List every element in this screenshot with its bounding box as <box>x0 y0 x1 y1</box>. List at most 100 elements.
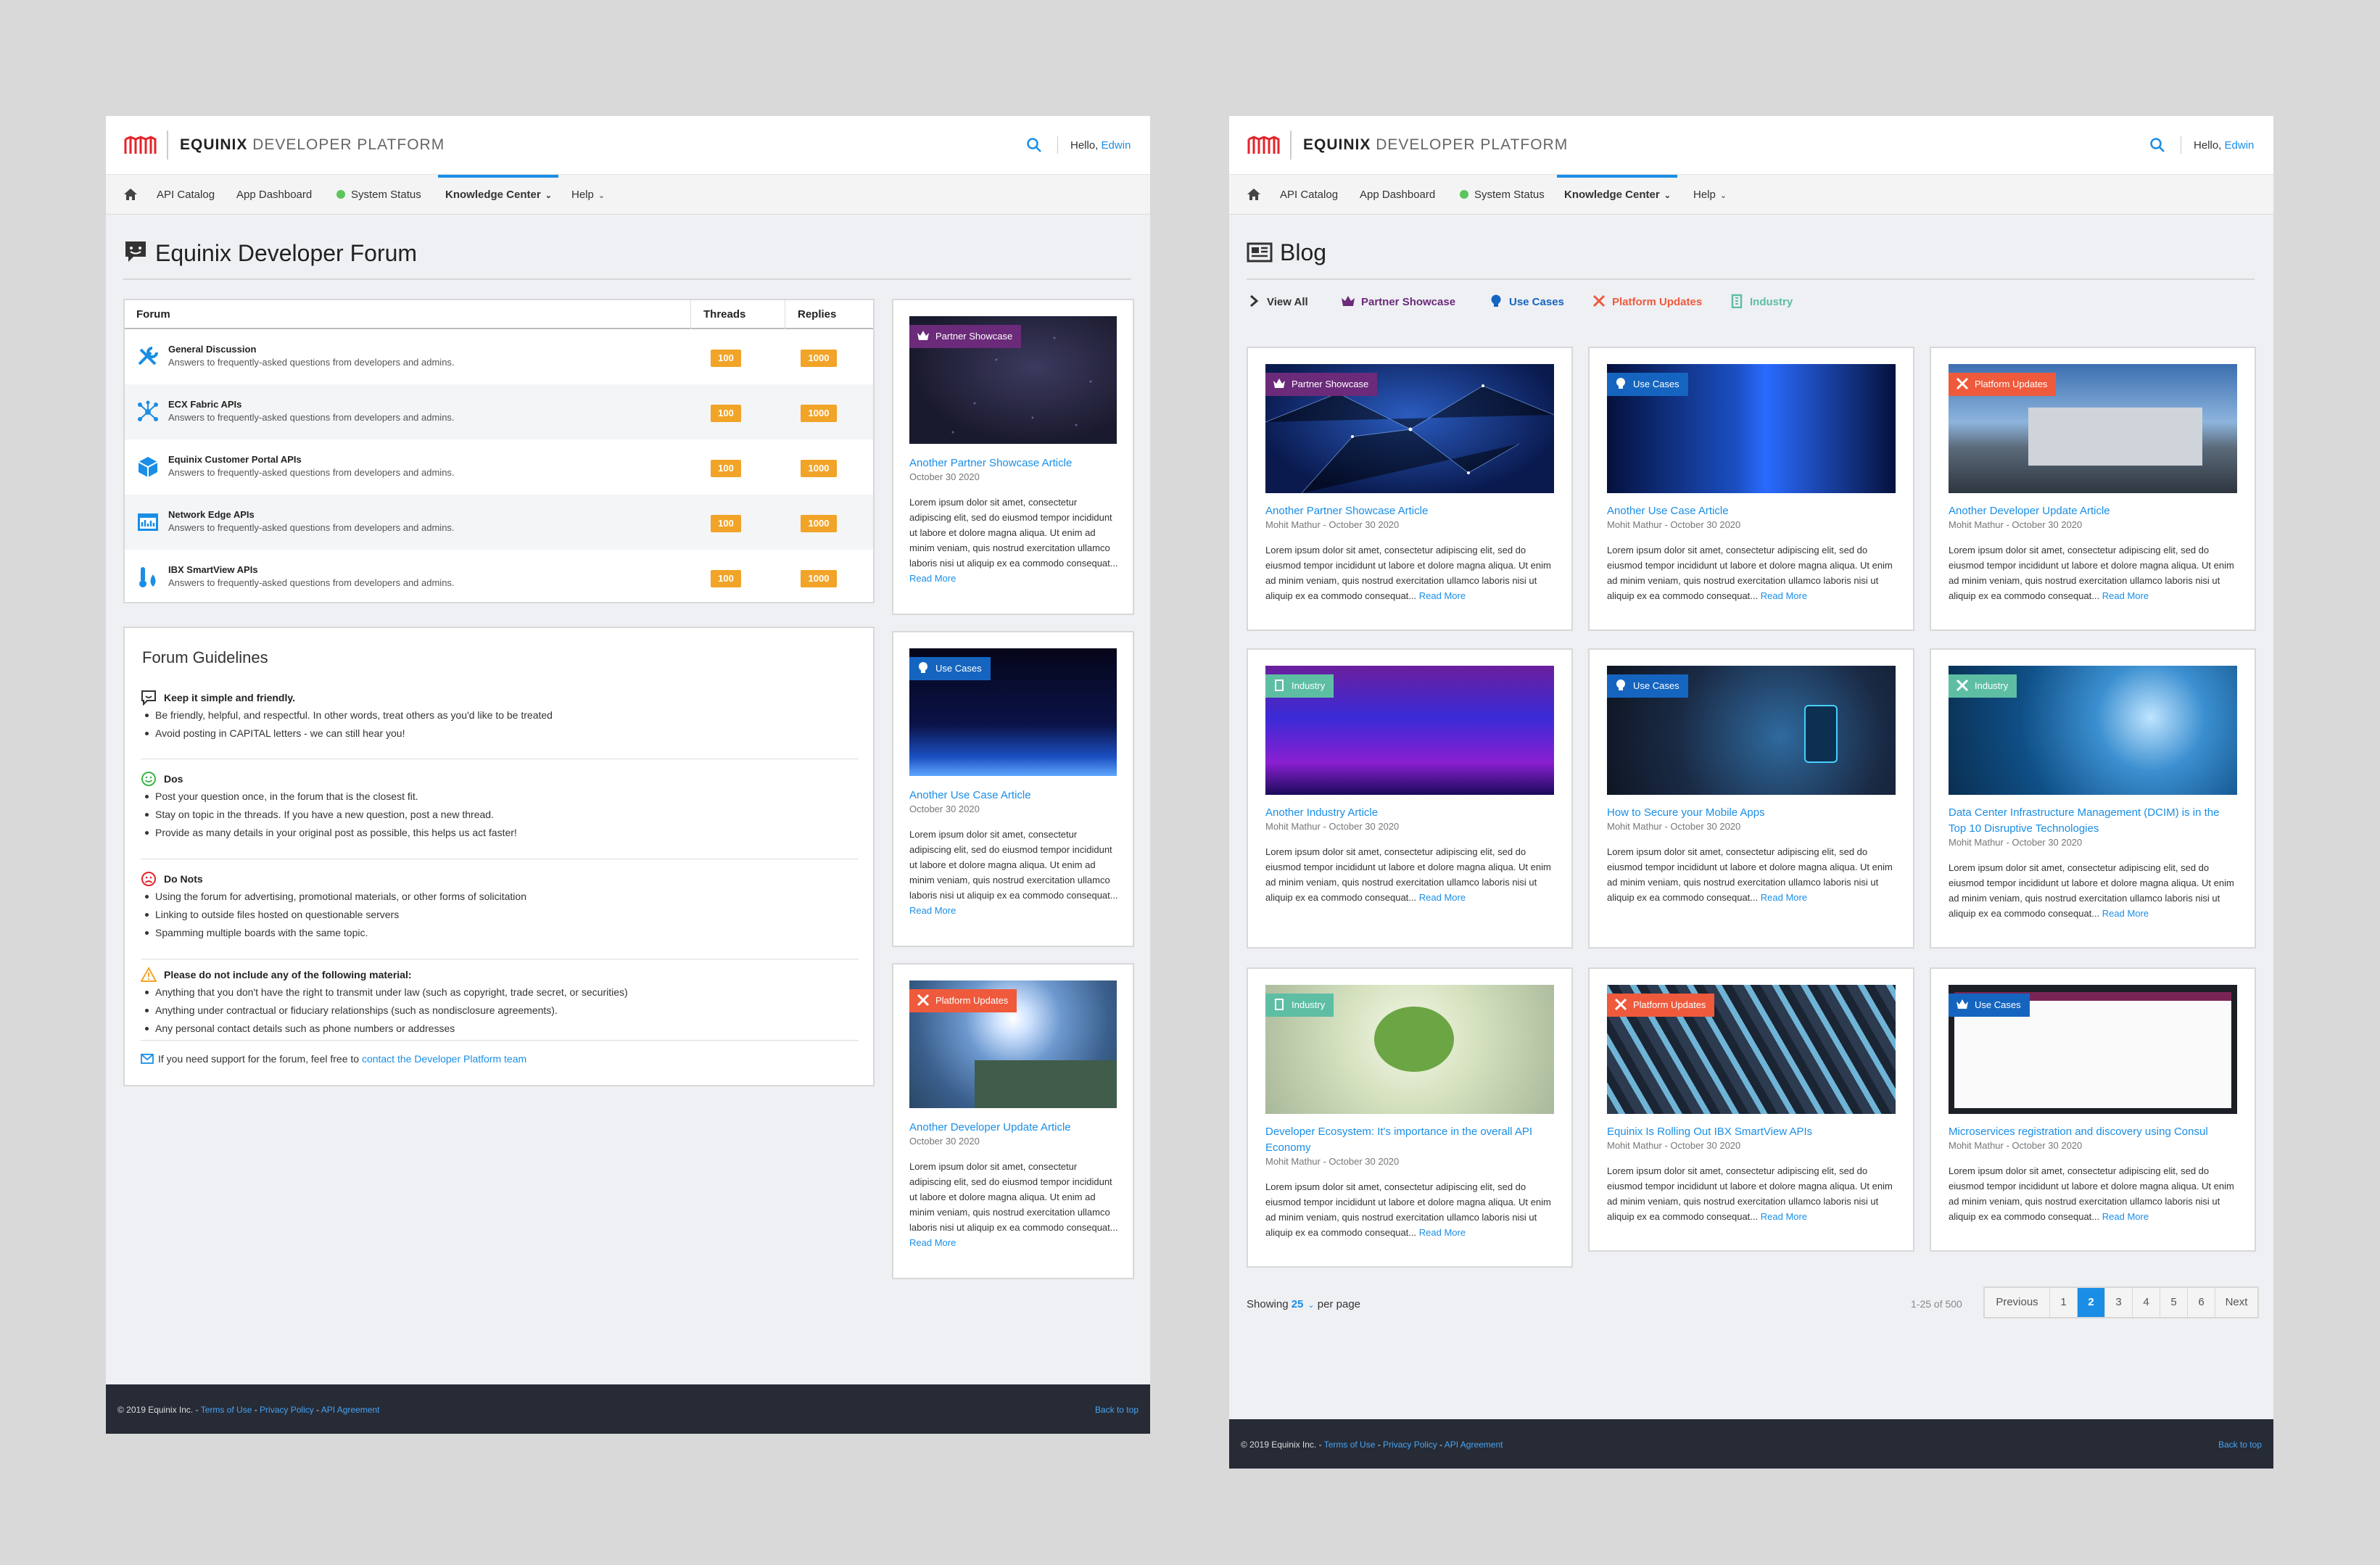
search-icon[interactable] <box>2149 136 2166 154</box>
filter-use-cases[interactable]: Use Cases <box>1489 292 1564 313</box>
forum-row[interactable]: General Discussion Answers to frequently… <box>125 329 873 384</box>
category-tag-platform-updates[interactable]: Platform Updates <box>909 989 1017 1012</box>
pagination-next[interactable]: Next <box>2215 1288 2257 1317</box>
blog-card-image[interactable]: Use Cases <box>1949 985 2237 1114</box>
pagination-page[interactable]: 6 <box>2188 1288 2215 1317</box>
contact-team-link[interactable]: contact the Developer Platform team <box>362 1053 526 1065</box>
blog-card[interactable]: Use Cases Microservices registration and… <box>1930 967 2256 1252</box>
blog-card-title[interactable]: Equinix Is Rolling Out IBX SmartView API… <box>1607 1124 1897 1140</box>
blog-card-image[interactable]: Partner Showcase <box>1265 364 1554 493</box>
blog-card-image[interactable]: Industry <box>1265 985 1554 1114</box>
read-more-link[interactable]: Read More <box>1419 1227 1466 1238</box>
blog-card-image[interactable]: Platform Updates <box>1607 985 1896 1114</box>
blog-card-image[interactable]: Industry <box>1265 666 1554 795</box>
privacy-link[interactable]: Privacy Policy <box>260 1405 314 1415</box>
pagination-page-current[interactable]: 2 <box>2078 1288 2105 1317</box>
blog-card-title[interactable]: Another Partner Showcase Article <box>1265 503 1555 519</box>
nav-knowledge-center[interactable]: Knowledge Center ⌄ <box>1557 175 1677 215</box>
blog-card[interactable]: Industry Another Industry Article Mohit … <box>1247 648 1573 949</box>
blog-card-image[interactable]: Industry <box>1949 666 2237 795</box>
nav-api-catalog[interactable]: API Catalog <box>1280 175 1338 215</box>
forum-row[interactable]: ECX Fabric APIs Answers to frequently-as… <box>125 384 873 439</box>
forum-name[interactable]: General Discussion <box>168 344 256 355</box>
category-tag-partner-showcase[interactable]: Partner Showcase <box>1265 373 1378 396</box>
api-agreement-link[interactable]: API Agreement <box>321 1405 380 1415</box>
read-more-link[interactable]: Read More <box>2102 1211 2149 1222</box>
filter-view-all[interactable]: View All <box>1247 292 1308 313</box>
read-more-link[interactable]: Read More <box>909 573 956 584</box>
read-more-link[interactable]: Read More <box>909 1237 956 1248</box>
terms-link[interactable]: Terms of Use <box>201 1405 252 1415</box>
blog-card-title[interactable]: Another Industry Article <box>1265 805 1555 821</box>
article-card[interactable]: Use Cases Another Use Case Article Octob… <box>892 631 1134 947</box>
forum-name[interactable]: IBX SmartView APIs <box>168 564 258 575</box>
blog-card[interactable]: Industry Developer Ecosystem: It's impor… <box>1247 967 1573 1268</box>
category-tag-platform-updates[interactable]: Platform Updates <box>1949 373 2057 396</box>
blog-card[interactable]: Use Cases How to Secure your Mobile Apps… <box>1588 648 1914 949</box>
article-card[interactable]: Platform Updates Another Developer Updat… <box>892 963 1134 1279</box>
category-tag-use-cases[interactable]: Use Cases <box>909 657 991 680</box>
blog-card[interactable]: Industry Data Center Infrastructure Mana… <box>1930 648 2256 949</box>
equinix-logo-icon[interactable] <box>1247 135 1280 155</box>
forum-row[interactable]: Equinix Customer Portal APIs Answers to … <box>125 439 873 495</box>
forum-name[interactable]: Network Edge APIs <box>168 509 255 520</box>
forum-row[interactable]: IBX SmartView APIs Answers to frequently… <box>125 550 873 605</box>
article-title[interactable]: Another Use Case Article <box>909 788 1120 804</box>
home-icon[interactable] <box>1247 188 1261 201</box>
filter-partner-showcase[interactable]: Partner Showcase <box>1341 292 1455 313</box>
forum-name[interactable]: Equinix Customer Portal APIs <box>168 454 302 465</box>
nav-app-dashboard[interactable]: App Dashboard <box>1360 175 1435 215</box>
article-image[interactable]: Platform Updates <box>909 980 1117 1108</box>
read-more-link[interactable]: Read More <box>1419 590 1466 601</box>
pagination-page[interactable]: 3 <box>2105 1288 2133 1317</box>
read-more-link[interactable]: Read More <box>2102 908 2149 919</box>
category-tag-use-cases[interactable]: Use Cases <box>1607 373 1688 396</box>
read-more-link[interactable]: Read More <box>1761 892 1807 903</box>
blog-card-title[interactable]: Microservices registration and discovery… <box>1949 1124 2239 1140</box>
nav-api-catalog[interactable]: API Catalog <box>157 175 215 215</box>
category-tag-platform-updates[interactable]: Platform Updates <box>1607 994 1715 1017</box>
filter-platform-updates[interactable]: Platform Updates <box>1592 292 1702 313</box>
forum-name[interactable]: ECX Fabric APIs <box>168 399 241 410</box>
blog-card-title[interactable]: Developer Ecosystem: It's importance in … <box>1265 1124 1555 1156</box>
read-more-link[interactable]: Read More <box>1761 1211 1807 1222</box>
user-greeting[interactable]: Hello, Edwin <box>1070 139 1131 152</box>
blog-card-title[interactable]: Another Developer Update Article <box>1949 503 2239 519</box>
article-image[interactable]: Use Cases <box>909 648 1117 776</box>
blog-card-title[interactable]: How to Secure your Mobile Apps <box>1607 805 1897 821</box>
nav-help[interactable]: Help ⌄ <box>571 175 605 215</box>
pagination-page[interactable]: 1 <box>2050 1288 2078 1317</box>
article-title[interactable]: Another Developer Update Article <box>909 1120 1120 1136</box>
pagination-previous[interactable]: Previous <box>1985 1288 2050 1317</box>
category-tag-use-cases[interactable]: Use Cases <box>1949 994 2030 1017</box>
blog-card-image[interactable]: Use Cases <box>1607 364 1896 493</box>
nav-system-status[interactable]: System Status <box>1460 175 1545 215</box>
article-card[interactable]: Partner Showcase Another Partner Showcas… <box>892 299 1134 615</box>
read-more-link[interactable]: Read More <box>2102 590 2149 601</box>
category-tag-industry[interactable]: Industry <box>1265 674 1334 698</box>
user-greeting[interactable]: Hello, Edwin <box>2194 139 2254 152</box>
per-page-selector[interactable]: Showing 25 ⌄ per page <box>1247 1298 1360 1310</box>
article-image[interactable]: Partner Showcase <box>909 316 1117 444</box>
per-page-value[interactable]: 25 <box>1292 1298 1304 1310</box>
terms-link[interactable]: Terms of Use <box>1324 1440 1376 1450</box>
blog-card[interactable]: Platform Updates Another Developer Updat… <box>1930 347 2256 631</box>
blog-card-image[interactable]: Use Cases <box>1607 666 1896 795</box>
forum-row[interactable]: Network Edge APIs Answers to frequently-… <box>125 495 873 550</box>
blog-card[interactable]: Use Cases Another Use Case Article Mohit… <box>1588 347 1914 631</box>
nav-knowledge-center[interactable]: Knowledge Center ⌄ <box>438 175 558 215</box>
equinix-logo-icon[interactable] <box>123 135 157 155</box>
category-tag-partner-showcase[interactable]: Partner Showcase <box>909 325 1022 348</box>
nav-app-dashboard[interactable]: App Dashboard <box>236 175 312 215</box>
category-tag-industry[interactable]: Industry <box>1265 994 1334 1017</box>
blog-card-title[interactable]: Data Center Infrastructure Management (D… <box>1949 805 2239 837</box>
read-more-link[interactable]: Read More <box>1419 892 1466 903</box>
blog-card-image[interactable]: Platform Updates <box>1949 364 2237 493</box>
read-more-link[interactable]: Read More <box>1761 590 1807 601</box>
category-tag-use-cases[interactable]: Use Cases <box>1607 674 1688 698</box>
blog-card[interactable]: Partner Showcase Another Partner Showcas… <box>1247 347 1573 631</box>
article-title[interactable]: Another Partner Showcase Article <box>909 455 1120 471</box>
read-more-link[interactable]: Read More <box>909 905 956 916</box>
pagination-page[interactable]: 5 <box>2160 1288 2188 1317</box>
home-icon[interactable] <box>123 188 138 201</box>
